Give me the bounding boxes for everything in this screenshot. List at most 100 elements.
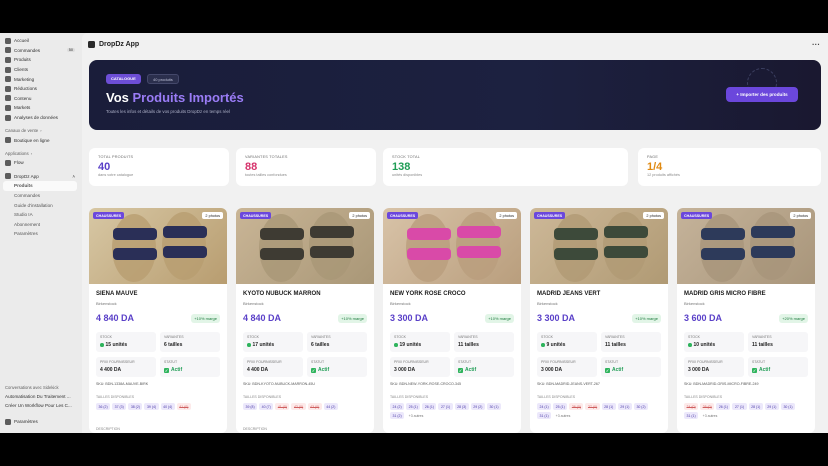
conversation-item[interactable]: Créer Un Workflow Pour Les C... bbox=[0, 401, 80, 410]
app-subnav-item[interactable]: Paramètres bbox=[0, 229, 80, 239]
stat-label: STOCK TOTAL bbox=[392, 155, 421, 159]
stat-value: 1/4 bbox=[647, 161, 663, 173]
app-subnav-item[interactable]: Produits bbox=[3, 181, 77, 191]
size-chip: 37 (3) bbox=[112, 403, 127, 410]
check-icon: ✓ bbox=[311, 367, 316, 373]
conversations-header: Conversations avec Sidekick bbox=[5, 385, 59, 390]
category-badge: CHAUSSURES bbox=[93, 212, 125, 219]
size-chip: 30 (2) bbox=[633, 403, 649, 410]
statut-box: STATUT ✓ Actif bbox=[160, 357, 220, 377]
check-icon: ✓ bbox=[164, 367, 169, 373]
home-icon bbox=[5, 37, 11, 44]
sidebar-item-produits[interactable]: Produits bbox=[0, 55, 80, 65]
product-sku: SKU: BDN-NEW-YORK-ROSE-CROCO-345 bbox=[390, 382, 462, 386]
sidebar-item-online-store[interactable]: Boutique en ligne bbox=[0, 135, 80, 145]
product-card[interactable]: CHAUSSURES 2 photos KYOTO NUBUCK MARRON Bir… bbox=[236, 208, 374, 433]
product-name: NEW YORK ROSE CROCO bbox=[390, 291, 466, 297]
size-chip: 31 (1) bbox=[684, 412, 699, 419]
app-header: DropDz App ··· bbox=[82, 33, 828, 55]
product-sku: SKU: BDN-MADRID-GRIS-MICRO-FIBRE-249 bbox=[684, 382, 759, 386]
sidebar-item-clients[interactable]: Clients bbox=[0, 65, 80, 75]
more-menu-icon[interactable]: ··· bbox=[812, 40, 820, 49]
sidebar-item-marketing[interactable]: Marketing bbox=[0, 74, 80, 84]
size-chip: 31 (2) bbox=[390, 412, 405, 419]
product-count-tag: 40 produits bbox=[147, 74, 179, 84]
sizes-list: 39 (8) 40 (7) 41 (0) 42 (0) 43 (0) 44 (2) bbox=[243, 403, 369, 410]
check-icon: ✓ bbox=[752, 367, 757, 373]
sizes-list: 24 (0) 25 (0) 26 (1) 27 (1) 28 (1) 29 (1) 30 (… bbox=[684, 403, 810, 419]
flow-icon bbox=[5, 159, 11, 166]
photo-count-badge: 2 photos bbox=[496, 212, 517, 219]
sidebar-item-flow[interactable]: Flow bbox=[0, 158, 80, 168]
stat-value: 40 bbox=[98, 161, 111, 173]
app-subnav-item[interactable]: Abonnement bbox=[0, 220, 80, 230]
page-subtitle: Toutes les infos et détails de vos produ… bbox=[106, 109, 230, 114]
sizes-label: TAILLES DISPONIBLES bbox=[537, 395, 576, 399]
import-products-button[interactable]: + Importer des produits bbox=[726, 87, 798, 102]
app-subnav-item[interactable]: Guide d'installation bbox=[0, 200, 80, 210]
sizes-list: 24 (1) 25 (1) 26 (0) 27 (0) 28 (1) 29 (1) 30 (… bbox=[537, 403, 663, 419]
size-chip: 39 (8) bbox=[243, 403, 258, 410]
app-window: Accueil Commandes 50 Produits Clients Marketi… bbox=[0, 33, 828, 433]
sidebar-item-markets[interactable]: Markets bbox=[0, 103, 80, 113]
product-image[interactable]: CHAUSSURES 2 photos bbox=[89, 208, 227, 284]
catalogue-tag: CATALOGUE bbox=[106, 74, 141, 84]
variantes-box: VARIANTES 11 tailles bbox=[454, 332, 514, 352]
size-chip: 30 (1) bbox=[486, 403, 502, 410]
product-image[interactable]: CHAUSSURES 2 photos bbox=[383, 208, 521, 284]
chart-icon bbox=[5, 114, 11, 121]
size-chip: 41 (0) bbox=[275, 403, 290, 410]
product-image[interactable]: CHAUSSURES 2 photos bbox=[236, 208, 374, 284]
product-brand: Birkenstock bbox=[684, 301, 705, 306]
product-image[interactable]: CHAUSSURES 2 photos bbox=[677, 208, 815, 284]
stat-subtext: toutes tailles confondues bbox=[245, 173, 287, 177]
app-subnav-item[interactable]: Commandes bbox=[0, 191, 80, 201]
sidebar-item-contenu[interactable]: Contenu bbox=[0, 94, 80, 104]
size-chip: 40 (7) bbox=[259, 403, 274, 410]
product-card[interactable]: CHAUSSURES 2 photos MADRID GRIS MICRO FIBR… bbox=[677, 208, 815, 433]
product-image[interactable]: CHAUSSURES 2 photos bbox=[530, 208, 668, 284]
stat-card: VARIANTES TOTALES 88 toutes tailles confon… bbox=[236, 148, 376, 186]
applications-header[interactable]: Applications › bbox=[0, 145, 80, 158]
more-sizes-link[interactable]: +3 autres bbox=[700, 412, 720, 419]
stat-card: TOTAL PRODUITS 40 dans votre catalogue bbox=[89, 148, 229, 186]
sidebar-item-settings[interactable]: Paramètres bbox=[0, 417, 80, 427]
more-sizes-link[interactable]: +3 autres bbox=[553, 412, 573, 419]
size-chip: 24 (2) bbox=[390, 403, 405, 410]
product-name: MADRID GRIS MICRO FIBRE bbox=[684, 291, 766, 297]
sales-channels-header[interactable]: Canaux de vente › bbox=[0, 122, 80, 135]
product-card[interactable]: CHAUSSURES 2 photos SIENA MAUVE Birkenstock… bbox=[89, 208, 227, 433]
stock-box: STOCK 17 unités bbox=[243, 332, 303, 352]
prix-box: PRIX FOURNISSEUR 4 400 DA bbox=[96, 357, 156, 377]
sidebar-item-accueil[interactable]: Accueil bbox=[0, 36, 80, 46]
size-chip: 29 (1) bbox=[617, 403, 632, 410]
app-subnav-item[interactable]: Studio IA bbox=[0, 210, 80, 220]
size-chip: 25 (0) bbox=[700, 403, 715, 410]
margin-badge: +10% marge bbox=[632, 314, 661, 323]
sizes-label: TAILLES DISPONIBLES bbox=[96, 395, 135, 399]
description-label: DESCRIPTION bbox=[243, 427, 267, 431]
more-sizes-link[interactable]: +3 autres bbox=[406, 412, 426, 419]
variantes-box: VARIANTES 11 tailles bbox=[601, 332, 661, 352]
product-price: 3 300 DA bbox=[390, 313, 429, 323]
stock-box: STOCK 15 unités bbox=[96, 332, 156, 352]
sidebar-item-réductions[interactable]: Réductions bbox=[0, 84, 80, 94]
product-brand: Birkenstock bbox=[537, 301, 558, 306]
product-card[interactable]: CHAUSSURES 2 photos NEW YORK ROSE CROCO Bir… bbox=[383, 208, 521, 433]
sidebar-item-analyses-de-données[interactable]: Analyses de données bbox=[0, 113, 80, 123]
sidebar-item-dropdz-app[interactable]: DropDz App ˄ bbox=[0, 172, 80, 182]
size-chip: 26 (0) bbox=[569, 403, 584, 410]
product-price: 3 300 DA bbox=[537, 313, 576, 323]
category-badge: CHAUSSURES bbox=[240, 212, 272, 219]
statut-box: STATUT ✓ Actif bbox=[454, 357, 514, 377]
conversation-item[interactable]: Automatisation Du Traitement ... bbox=[0, 392, 80, 401]
store-icon bbox=[5, 137, 11, 144]
category-badge: CHAUSSURES bbox=[387, 212, 419, 219]
size-chip: 41 (0) bbox=[176, 403, 191, 410]
statut-box: STATUT ✓ Actif bbox=[601, 357, 661, 377]
product-card[interactable]: CHAUSSURES 2 photos MADRID JEANS VERT Birke… bbox=[530, 208, 668, 433]
margin-badge: +10% marge bbox=[485, 314, 514, 323]
prix-box: PRIX FOURNISSEUR 3 000 DA bbox=[390, 357, 450, 377]
sidebar-item-commandes[interactable]: Commandes 50 bbox=[0, 46, 80, 56]
size-chip: 40 (4) bbox=[160, 403, 175, 410]
